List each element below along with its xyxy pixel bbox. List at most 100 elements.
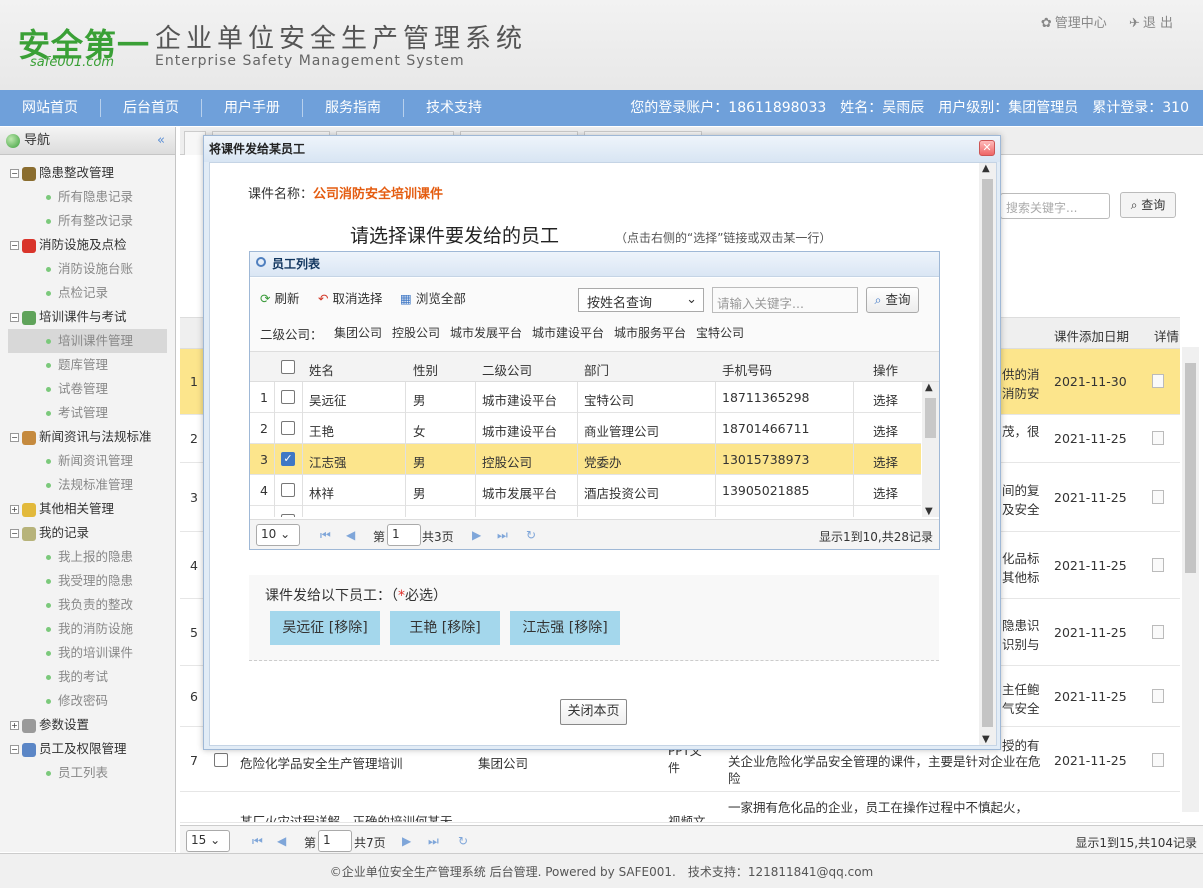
company-filter-link[interactable]: 宝特公司 bbox=[696, 324, 744, 341]
row-checkbox[interactable]: ✓ bbox=[281, 452, 295, 466]
company-filter-link[interactable]: 城市建设平台 bbox=[532, 324, 604, 341]
admin-center-link[interactable]: ✿ 管理中心 bbox=[1041, 16, 1107, 31]
reload-icon[interactable]: ↻ bbox=[458, 834, 468, 848]
employee-scrollbar[interactable]: ▲ ▼ bbox=[922, 382, 939, 517]
sidebar-item[interactable]: 我的培训课件 bbox=[0, 641, 175, 665]
employee-row[interactable]: 1 吴远征 男 城市建设平台 宝特公司 18711365298 选择 bbox=[250, 382, 921, 413]
nav-user-manual[interactable]: 用户手册 bbox=[202, 99, 303, 117]
sidebar-group[interactable]: − 隐患整改管理 bbox=[0, 161, 175, 185]
page-input[interactable]: 1 bbox=[318, 830, 352, 852]
grid-search-button[interactable]: ⌕ 查询 bbox=[1120, 192, 1176, 218]
scroll-down-icon[interactable]: ▼ bbox=[982, 734, 990, 745]
collapse-icon[interactable]: « bbox=[157, 127, 165, 155]
collapse-toggle-icon[interactable]: − bbox=[10, 313, 19, 322]
scroll-up-icon[interactable]: ▲ bbox=[925, 382, 933, 393]
keyword-input[interactable]: 请输入关键字... bbox=[712, 287, 858, 313]
reload-icon[interactable]: ↻ bbox=[526, 528, 536, 542]
query-button[interactable]: ⌕ 查询 bbox=[866, 287, 919, 313]
logout-link[interactable]: ✈ 退 出 bbox=[1129, 16, 1173, 31]
next-page-icon[interactable]: ▶ bbox=[402, 834, 411, 848]
prev-page-icon[interactable]: ◀ bbox=[346, 528, 355, 542]
close-icon[interactable]: ✕ bbox=[979, 140, 995, 156]
row-checkbox[interactable] bbox=[281, 514, 295, 517]
page-size-select[interactable]: 15 ⌄ bbox=[186, 830, 230, 852]
sidebar-group[interactable]: − 新闻资讯与法规标准 bbox=[0, 425, 175, 449]
sidebar-item[interactable]: 我上报的隐患 bbox=[0, 545, 175, 569]
employee-row[interactable]: 3 ✓ 江志强 男 控股公司 党委办 13015738973 选择 bbox=[250, 444, 921, 475]
scroll-thumb[interactable] bbox=[982, 179, 993, 727]
company-filter-link[interactable]: 控股公司 bbox=[392, 324, 440, 341]
select-all-checkbox[interactable] bbox=[281, 360, 295, 374]
expand-toggle-icon[interactable]: + bbox=[10, 721, 19, 730]
last-page-icon[interactable]: ⏭ bbox=[428, 834, 439, 849]
next-page-icon[interactable]: ▶ bbox=[472, 528, 481, 542]
scroll-down-icon[interactable]: ▼ bbox=[925, 506, 933, 517]
grid-search-input[interactable]: 搜索关键字... bbox=[1000, 193, 1110, 219]
row-checkbox[interactable] bbox=[281, 483, 295, 497]
sidebar-group[interactable]: − 培训课件与考试 bbox=[0, 305, 175, 329]
scroll-thumb[interactable] bbox=[1185, 363, 1196, 573]
selected-chip-wu[interactable]: 吴远征 [移除] bbox=[270, 611, 380, 645]
prev-page-icon[interactable]: ◀ bbox=[277, 834, 286, 848]
employee-action[interactable]: 选择 bbox=[873, 421, 898, 440]
selected-chip-wang[interactable]: 王艳 [移除] bbox=[390, 611, 500, 645]
doc-icon[interactable] bbox=[1152, 558, 1164, 572]
row-checkbox[interactable] bbox=[214, 753, 228, 767]
nav-service-guide[interactable]: 服务指南 bbox=[303, 99, 404, 117]
expand-toggle-icon[interactable]: + bbox=[10, 505, 19, 514]
sidebar-group[interactable]: − 我的记录 bbox=[0, 521, 175, 545]
sidebar-item[interactable]: 消防设施台账 bbox=[0, 257, 175, 281]
query-mode-select[interactable]: 按姓名查询 ⌄ bbox=[578, 288, 704, 312]
doc-icon[interactable] bbox=[1152, 431, 1164, 445]
employee-row[interactable]: 4 林祥 男 城市发展平台 酒店投资公司 13905021885 选择 bbox=[250, 475, 921, 506]
nav-tech-support[interactable]: 技术支持 bbox=[404, 99, 504, 117]
employee-action[interactable]: 选择 bbox=[873, 483, 898, 502]
sidebar-item[interactable]: 员工列表 bbox=[0, 761, 175, 785]
doc-icon[interactable] bbox=[1152, 374, 1164, 388]
refresh-button[interactable]: ⟳ 刷新 bbox=[260, 288, 300, 307]
row-checkbox[interactable] bbox=[281, 390, 295, 404]
employee-row[interactable]: 5 何进金 男 城市服务平台 商业管理公司 13811290605 选择 bbox=[250, 506, 921, 517]
close-page-button[interactable]: 关闭本页 bbox=[560, 699, 627, 725]
sidebar-item[interactable]: 我负责的整改 bbox=[0, 593, 175, 617]
nav-admin-home[interactable]: 后台首页 bbox=[101, 99, 202, 117]
sidebar-item[interactable]: 点检记录 bbox=[0, 281, 175, 305]
scroll-up-icon[interactable]: ▲ bbox=[982, 163, 990, 174]
cancel-select-button[interactable]: ↶ 取消选择 bbox=[318, 288, 383, 307]
doc-icon[interactable] bbox=[1152, 689, 1164, 703]
employee-action[interactable]: 选择 bbox=[873, 514, 898, 517]
doc-icon[interactable] bbox=[1152, 490, 1164, 504]
employee-action[interactable]: 选择 bbox=[873, 390, 898, 409]
table-row[interactable]: 某厂火灾过程详解，正确的培训何某无 视频文 一家拥有危化品的企业，员工在操作过程… bbox=[180, 793, 1180, 823]
company-filter-link[interactable]: 城市服务平台 bbox=[614, 324, 686, 341]
sidebar-group[interactable]: + 其他相关管理 bbox=[0, 497, 175, 521]
sidebar-item[interactable]: 考试管理 bbox=[0, 401, 175, 425]
dialog-scrollbar[interactable]: ▲ ▼ bbox=[979, 163, 996, 745]
sidebar-item[interactable]: 所有隐患记录 bbox=[0, 185, 175, 209]
page-size-select[interactable]: 10 ⌄ bbox=[256, 524, 300, 546]
collapse-toggle-icon[interactable]: − bbox=[10, 241, 19, 250]
sidebar-group[interactable]: − 员工及权限管理 bbox=[0, 737, 175, 761]
sidebar-item[interactable]: 题库管理 bbox=[0, 353, 175, 377]
row-checkbox[interactable] bbox=[281, 421, 295, 435]
nav-site-home[interactable]: 网站首页 bbox=[0, 99, 101, 117]
employee-row[interactable]: 2 王艳 女 城市建设平台 商业管理公司 18701466711 选择 bbox=[250, 413, 921, 444]
sidebar-item[interactable]: 我受理的隐患 bbox=[0, 569, 175, 593]
browse-all-button[interactable]: ▦ 浏览全部 bbox=[400, 288, 466, 307]
collapse-toggle-icon[interactable]: − bbox=[10, 529, 19, 538]
last-page-icon[interactable]: ⏭ bbox=[497, 528, 508, 543]
company-filter-link[interactable]: 集团公司 bbox=[334, 324, 382, 341]
doc-icon[interactable] bbox=[1152, 753, 1164, 767]
grid-scrollbar[interactable] bbox=[1182, 347, 1199, 812]
sidebar-item[interactable]: 所有整改记录 bbox=[0, 209, 175, 233]
sidebar-group[interactable]: − 消防设施及点检 bbox=[0, 233, 175, 257]
page-input[interactable]: 1 bbox=[387, 524, 421, 546]
sidebar-item[interactable]: 试卷管理 bbox=[0, 377, 175, 401]
sidebar-group[interactable]: + 参数设置 bbox=[0, 713, 175, 737]
scroll-thumb[interactable] bbox=[925, 398, 936, 438]
collapse-toggle-icon[interactable]: − bbox=[10, 169, 19, 178]
selected-chip-jiang[interactable]: 江志强 [移除] bbox=[510, 611, 620, 645]
collapse-toggle-icon[interactable]: − bbox=[10, 433, 19, 442]
employee-action[interactable]: 选择 bbox=[873, 452, 898, 471]
sidebar-item[interactable]: 培训课件管理 bbox=[8, 329, 167, 353]
